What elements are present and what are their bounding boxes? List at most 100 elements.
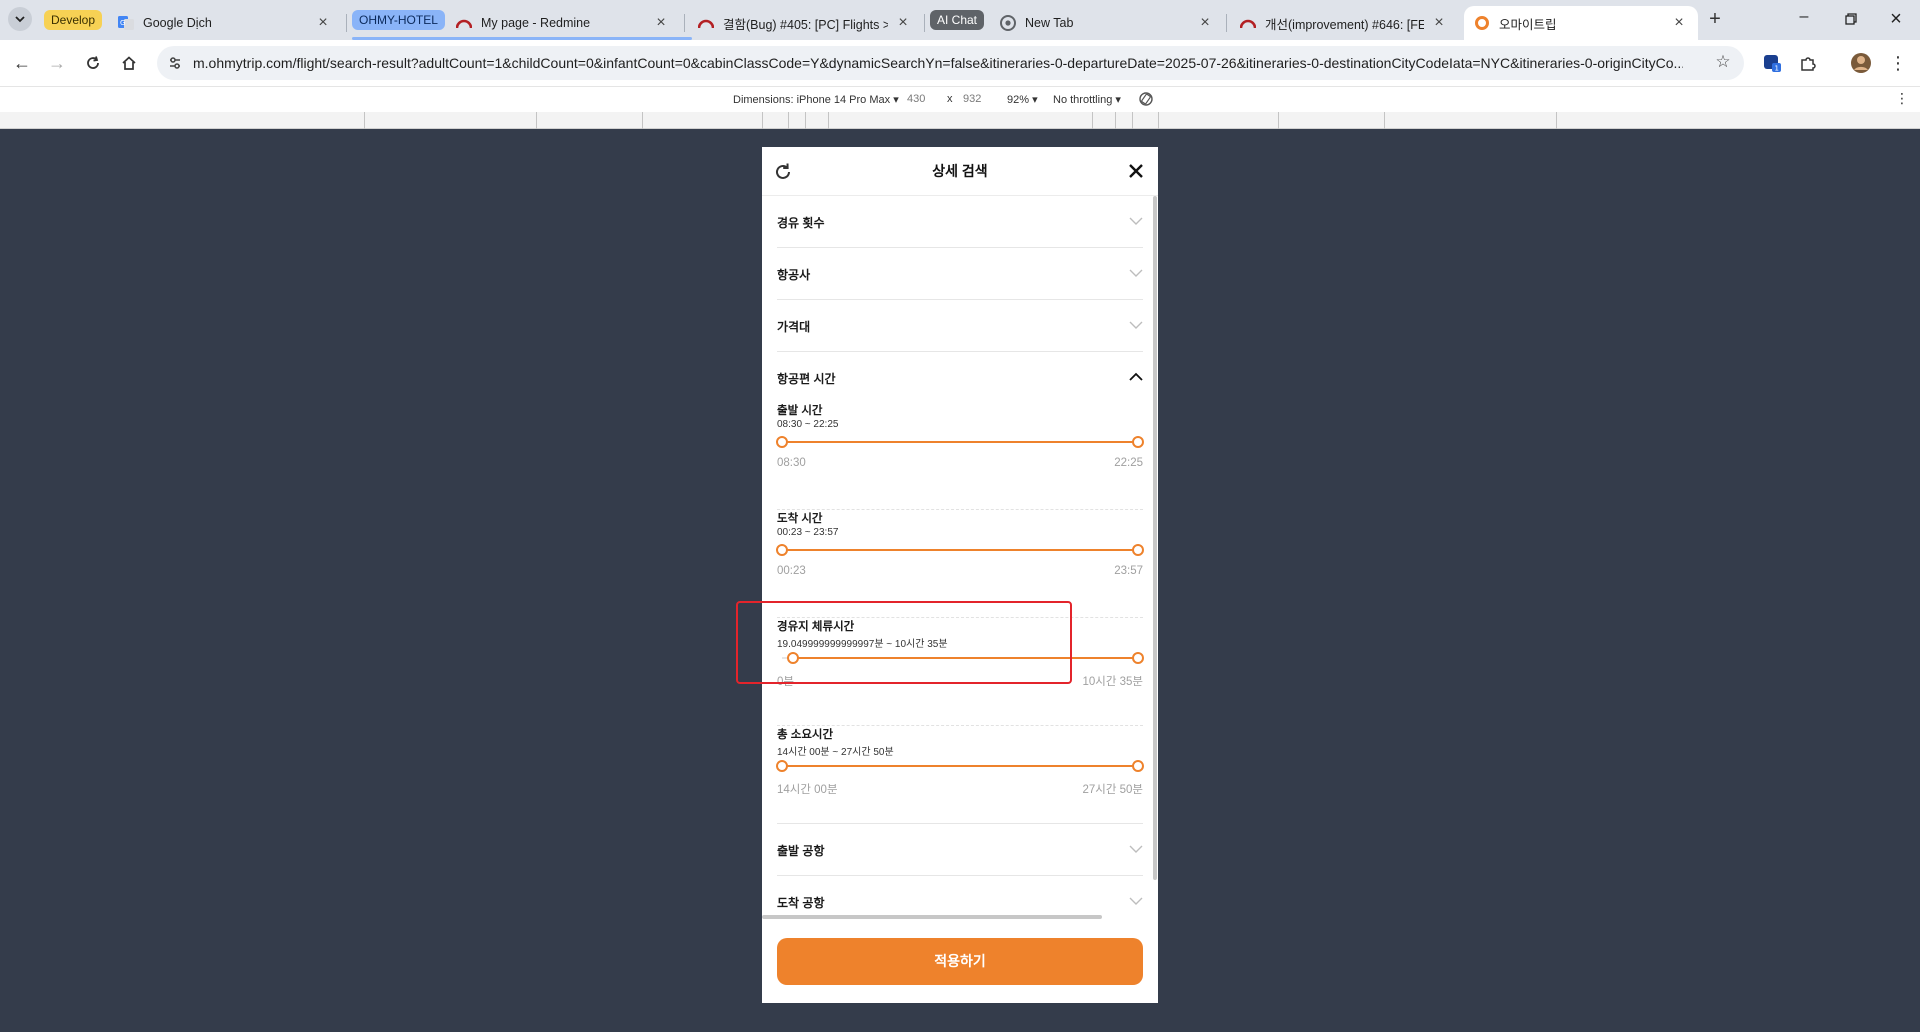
tab-redmine-improvement-646[interactable]: 개선(improvement) #646: [FE] I × — [1230, 6, 1458, 40]
zoom-select[interactable]: 92% ▾ — [1007, 93, 1038, 106]
tab-separator — [684, 14, 685, 32]
vertical-scrollbar[interactable] — [1153, 196, 1157, 880]
tab-group-develop[interactable]: Develop — [44, 10, 103, 30]
filter-price[interactable]: 가격대 — [777, 300, 1143, 352]
address-bar[interactable]: m.ohmytrip.com/flight/search-result?adul… — [157, 46, 1744, 80]
filter-label: 항공사 — [777, 268, 811, 282]
browser-menu-icon[interactable]: ⋮ — [1886, 51, 1910, 75]
device-height-input[interactable]: 932 — [963, 93, 981, 105]
chevron-down-icon — [1129, 897, 1143, 905]
devtools-device-toolbar: Dimensions: iPhone 14 Pro Max ▾ 430 x 93… — [0, 86, 1920, 112]
window-close-icon[interactable]: × — [1884, 8, 1908, 32]
tab-title: 결함(Bug) #405: [PC] Flights > S — [723, 17, 888, 32]
horizontal-scrollbar[interactable] — [762, 915, 1102, 919]
ruler-tick — [1384, 112, 1385, 129]
filter-stops[interactable]: 경유 횟수 — [777, 196, 1143, 248]
restore-icon[interactable] — [1839, 8, 1863, 32]
tab-redmine-my-page[interactable]: My page - Redmine × — [446, 6, 680, 40]
home-icon[interactable] — [117, 51, 141, 75]
redmine-icon — [698, 15, 714, 31]
slider-range-text: 08:30 ~ 22:25 — [777, 419, 839, 430]
tab-redmine-bug-405[interactable]: 결함(Bug) #405: [PC] Flights > S × — [688, 6, 922, 40]
slider-title: 출발 시간 — [777, 405, 823, 417]
close-icon[interactable]: × — [1670, 14, 1688, 32]
apply-button[interactable]: 적용하기 — [777, 938, 1143, 985]
slider-handle-min[interactable] — [776, 436, 788, 448]
svg-text:G: G — [120, 19, 125, 27]
close-icon[interactable]: × — [1196, 14, 1214, 32]
slider-title: 총 소요시간 — [777, 729, 834, 741]
reload-icon[interactable] — [81, 51, 105, 75]
tab-ohmytrip-active[interactable]: 오마이트립 × — [1464, 6, 1698, 40]
rotate-icon[interactable] — [1138, 91, 1154, 110]
extensions-puzzle-icon[interactable] — [1796, 51, 1820, 75]
tab-separator — [1226, 14, 1227, 32]
slider-total-duration: 총 소요시간 14시간 00분 ~ 27시간 50분 14시간 00분 27시간… — [776, 726, 1144, 824]
tab-google-translate[interactable]: G Google Dịch × — [108, 6, 342, 40]
device-toolbar-menu-icon[interactable]: ⋮ — [1895, 90, 1909, 107]
tab-search-button[interactable] — [8, 7, 32, 31]
filter-arrival-airport[interactable]: 도착 공항 — [777, 876, 1143, 910]
slider-max-label: 23:57 — [1114, 565, 1143, 577]
back-arrow-icon[interactable]: ← — [10, 51, 34, 75]
tab-new-tab[interactable]: New Tab × — [990, 6, 1224, 40]
google-translate-icon: G — [118, 15, 134, 31]
chevron-down-icon — [1129, 217, 1143, 225]
filter-label: 도착 공항 — [777, 896, 825, 910]
filter-flight-time[interactable]: 항공편 시간 — [777, 352, 1143, 392]
close-icon[interactable]: × — [1430, 14, 1448, 32]
slider-handle-max[interactable] — [1132, 436, 1144, 448]
redmine-icon — [1240, 15, 1256, 31]
bookmark-star-icon[interactable]: ☆ — [1712, 52, 1734, 74]
profile-avatar[interactable] — [1849, 51, 1873, 75]
minimize-icon[interactable]: – — [1792, 8, 1816, 32]
ruler-tick — [1278, 112, 1279, 129]
chevron-down-icon — [1129, 321, 1143, 329]
close-icon[interactable] — [1126, 161, 1146, 181]
slider-handle-max[interactable] — [1132, 760, 1144, 772]
device-dimensions-select[interactable]: Dimensions: iPhone 14 Pro Max ▾ — [733, 93, 899, 106]
url-text[interactable]: m.ohmytrip.com/flight/search-result?adul… — [193, 46, 1683, 80]
throttling-select[interactable]: No throttling ▾ — [1053, 93, 1121, 106]
filter-departure-airport[interactable]: 출발 공항 — [777, 824, 1143, 876]
filter-label: 항공편 시간 — [777, 372, 836, 386]
extension-badge-icon[interactable]: 1 — [1760, 51, 1784, 75]
new-tab-plus-icon[interactable]: + — [1704, 9, 1726, 31]
slider-fill — [782, 441, 1138, 443]
ruler-tick — [1158, 112, 1159, 129]
tab-title: My page - Redmine — [481, 16, 591, 30]
close-icon[interactable]: × — [652, 14, 670, 32]
media-query-ruler — [0, 112, 1920, 129]
slider-handle-min[interactable] — [776, 544, 788, 556]
ruler-tick — [762, 112, 763, 129]
slider-title: 도착 시간 — [777, 513, 823, 525]
slider-range-text: 00:23 ~ 23:57 — [777, 527, 839, 538]
filter-airline[interactable]: 항공사 — [777, 248, 1143, 300]
slider-range-text: 14시간 00분 ~ 27시간 50분 — [777, 747, 894, 758]
tab-group-ai-chat[interactable]: AI Chat — [930, 10, 985, 30]
svg-text:1: 1 — [1775, 65, 1779, 73]
browser-toolbar: ← → m.ohmytrip.com/flight/search-result?… — [0, 40, 1920, 86]
close-icon[interactable]: × — [314, 14, 332, 32]
tab-group-ohmy-hotel[interactable]: OHMY-HOTEL — [352, 10, 445, 30]
ruler-tick — [805, 112, 806, 129]
filter-label: 경유 횟수 — [777, 216, 825, 230]
slider-handle-min[interactable] — [776, 760, 788, 772]
sheet-scroll-area[interactable]: 경유 횟수 항공사 가격대 항공편 시간 출발 시간 08:30 ~ 22:25… — [762, 196, 1158, 910]
filter-label: 가격대 — [777, 320, 811, 334]
device-width-input[interactable]: 430 — [907, 93, 925, 105]
slider-max-label: 27시간 50분 — [1082, 784, 1143, 796]
slider-min-label: 08:30 — [777, 457, 806, 469]
ruler-tick — [1132, 112, 1133, 129]
forward-arrow-icon[interactable]: → — [45, 51, 69, 75]
filter-label: 출발 공항 — [777, 844, 825, 858]
chrome-icon — [1000, 15, 1016, 31]
slider-handle-max[interactable] — [1132, 652, 1144, 664]
site-info-icon[interactable] — [167, 55, 183, 71]
chevron-down-icon — [1129, 845, 1143, 853]
close-icon[interactable]: × — [894, 14, 912, 32]
filter-sheet: 상세 검색 경유 횟수 항공사 가격대 항공편 시간 출발 시간 08:30 ~… — [762, 147, 1158, 1003]
ohmytrip-icon — [1474, 15, 1490, 31]
slider-handle-max[interactable] — [1132, 544, 1144, 556]
tab-title: Google Dịch — [143, 16, 212, 30]
